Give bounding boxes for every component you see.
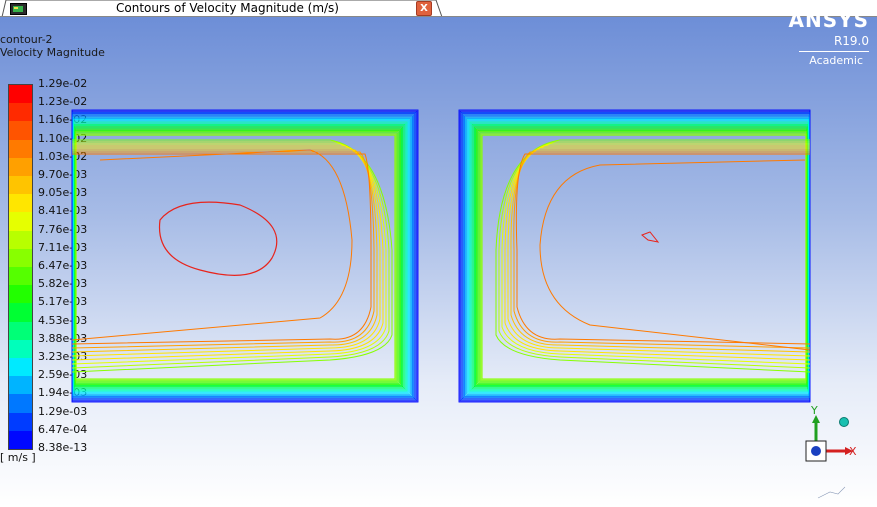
contour-line bbox=[73, 122, 407, 391]
contour-line bbox=[501, 143, 811, 365]
contour-line bbox=[498, 141, 811, 369]
contour-line bbox=[71, 143, 387, 365]
contour-line bbox=[73, 120, 409, 393]
contour-line bbox=[466, 117, 810, 395]
contour-line bbox=[515, 153, 811, 345]
contour-line bbox=[71, 111, 417, 401]
contour-line bbox=[495, 139, 811, 373]
contour-line bbox=[73, 123, 406, 390]
contour-line bbox=[71, 153, 372, 345]
contour-line bbox=[507, 147, 811, 357]
contour-line bbox=[71, 149, 378, 353]
contour-line bbox=[513, 151, 811, 349]
contour-line bbox=[72, 113, 416, 400]
contour-line bbox=[71, 149, 353, 341]
contour-line bbox=[71, 147, 381, 357]
contour-line bbox=[641, 231, 660, 243]
contour-line bbox=[158, 201, 278, 276]
contour-line bbox=[462, 114, 810, 399]
contour-line bbox=[71, 139, 393, 373]
contour-line bbox=[478, 131, 807, 383]
contour-line bbox=[472, 125, 808, 389]
left-domain-contours bbox=[71, 109, 419, 403]
contour-line bbox=[75, 134, 396, 380]
contour-plot: Y X bbox=[71, 109, 857, 499]
contour-line bbox=[73, 119, 410, 394]
contour-line bbox=[71, 141, 390, 369]
contour-line bbox=[71, 151, 375, 349]
contour-line bbox=[476, 128, 808, 385]
x-axis-label: X bbox=[849, 445, 857, 458]
contour-line bbox=[539, 159, 811, 351]
contour-line bbox=[481, 134, 807, 380]
contour-line bbox=[71, 145, 384, 361]
right-domain-contours bbox=[458, 109, 811, 403]
axis-triad-icon[interactable]: Y X bbox=[805, 404, 857, 462]
contour-line bbox=[510, 149, 811, 353]
contour-line bbox=[504, 145, 811, 361]
rotation-handle-icon[interactable] bbox=[817, 486, 846, 499]
y-axis-label: Y bbox=[810, 404, 818, 417]
